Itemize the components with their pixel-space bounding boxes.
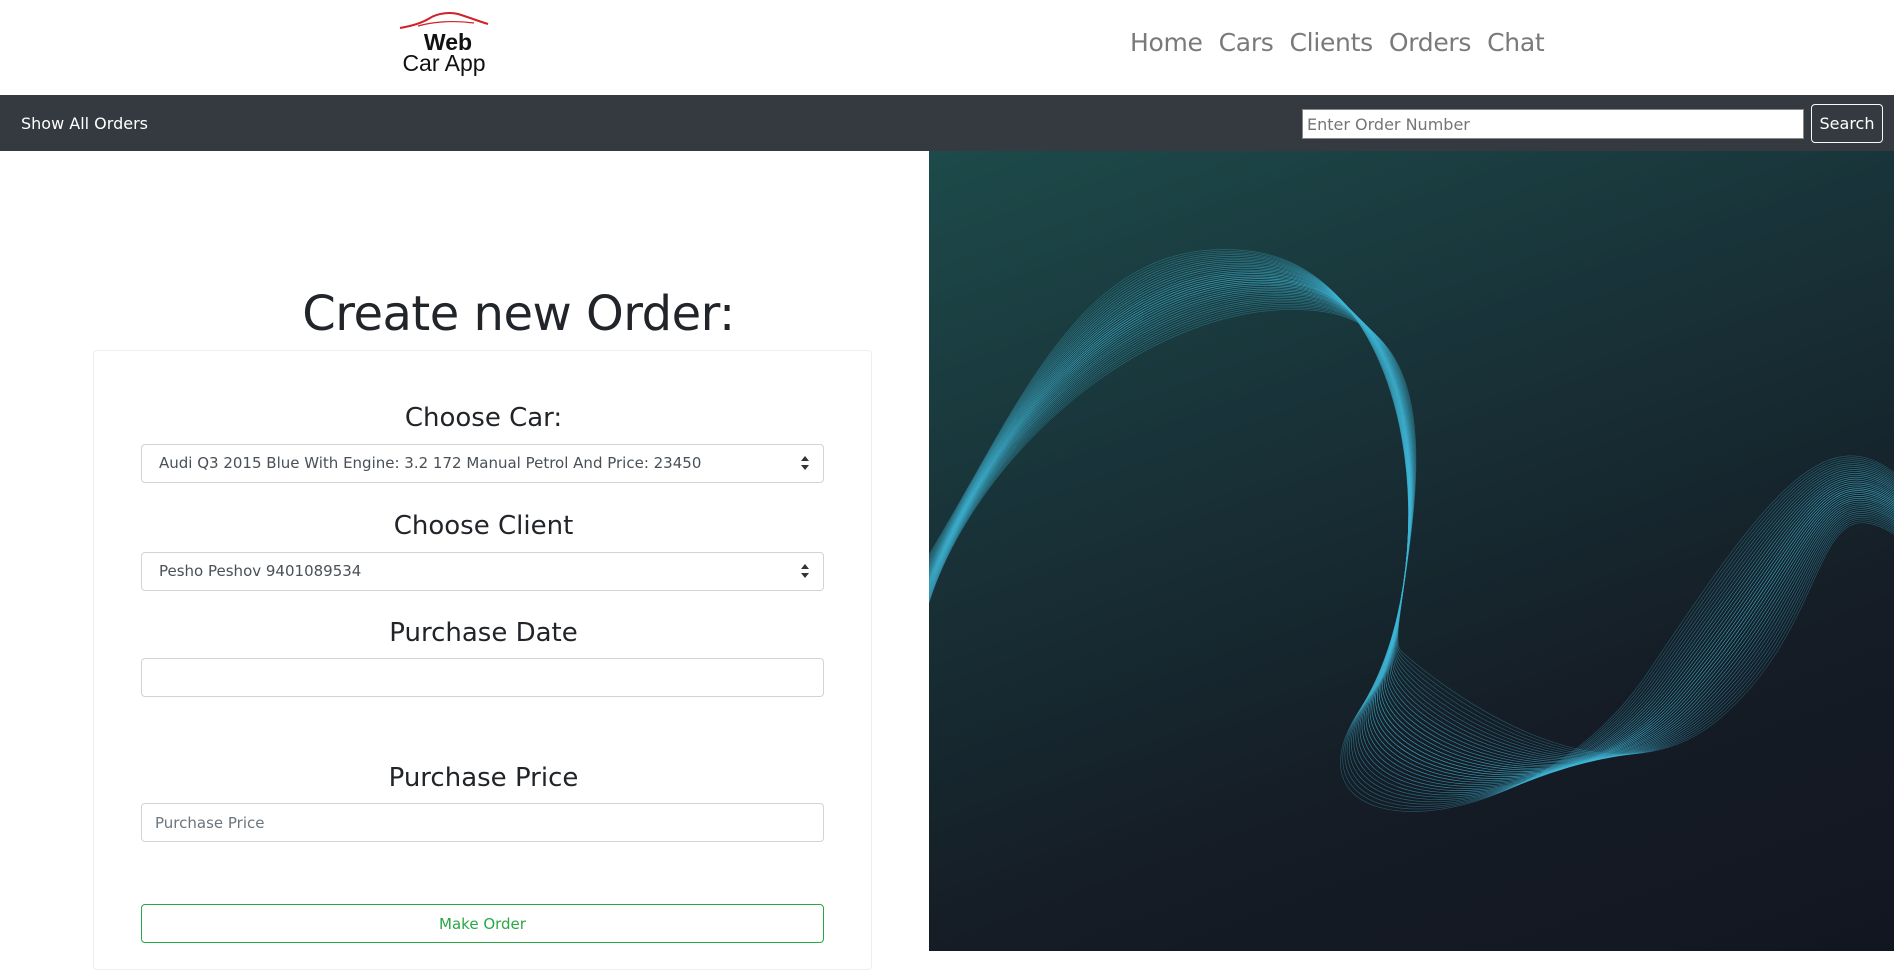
show-all-orders-link[interactable]: Show All Orders (21, 114, 148, 133)
nav-cars[interactable]: Cars (1219, 28, 1274, 57)
nav-chat[interactable]: Chat (1487, 28, 1545, 57)
client-select-value: Pesho Peshov 9401089534 (159, 562, 362, 580)
order-form-card: Choose Car: Audi Q3 2015 Blue With Engin… (93, 350, 872, 970)
updown-arrows-icon (801, 564, 809, 578)
brand-logo[interactable]: Web Car App (398, 10, 490, 76)
search-button[interactable]: Search (1811, 104, 1883, 143)
brand-line2: Car App (402, 50, 486, 76)
top-header: Web Car App Home Cars Clients Orders Cha… (0, 0, 1894, 95)
nav-orders[interactable]: Orders (1389, 28, 1472, 57)
nav-clients[interactable]: Clients (1290, 28, 1374, 57)
client-select[interactable]: Pesho Peshov 9401089534 (141, 552, 824, 591)
client-label: Choose Client (393, 511, 574, 541)
order-form-pane: Create new Order: Choose Car: Audi Q3 20… (0, 151, 929, 970)
purchase-price-label: Purchase Price (388, 763, 579, 793)
car-label: Choose Car: (404, 403, 563, 433)
decorative-background (929, 151, 1894, 951)
car-select-value: Audi Q3 2015 Blue With Engine: 3.2 172 M… (159, 454, 702, 472)
orders-navbar: Show All Orders Search (0, 95, 1894, 151)
car-select[interactable]: Audi Q3 2015 Blue With Engine: 3.2 172 M… (141, 444, 824, 483)
nav-home[interactable]: Home (1130, 28, 1203, 57)
order-search-input[interactable] (1302, 109, 1804, 139)
wave-lines-art (929, 249, 1894, 812)
main-nav: Home Cars Clients Orders Chat (1130, 28, 1545, 57)
updown-arrows-icon (801, 456, 809, 470)
make-order-button[interactable]: Make Order (141, 904, 824, 943)
page-title: Create new Order: (302, 286, 735, 342)
purchase-price-input[interactable] (141, 803, 824, 842)
purchase-date-label: Purchase Date (389, 618, 578, 648)
purchase-date-input[interactable] (141, 658, 824, 697)
